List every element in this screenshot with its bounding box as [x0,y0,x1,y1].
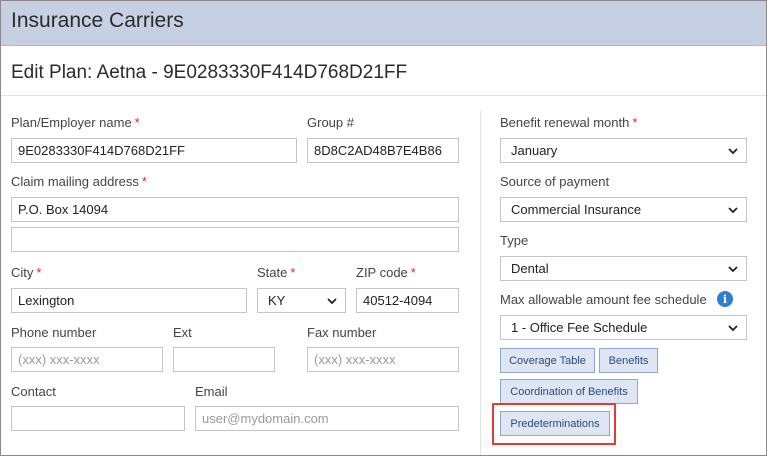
ext-label: Ext [173,325,192,340]
source-of-payment-select[interactable]: Commercial Insurance [500,197,747,222]
type-label: Type [500,233,529,248]
claim-address-line2-input[interactable] [11,227,459,252]
zip-label: ZIP code * [356,265,416,280]
header-title: Insurance Carriers [11,9,184,32]
title-divider [1,95,766,96]
source-of-payment-value: Commercial Insurance [511,202,642,217]
column-divider [480,111,481,455]
source-of-payment-label: Source of payment [500,174,610,189]
chevron-down-icon [728,207,738,214]
phone-input[interactable] [11,347,163,372]
email-label: Email [195,384,228,399]
zip-input[interactable] [356,288,459,313]
renewal-month-select[interactable]: January [500,138,747,163]
window-frame: Insurance Carriers Edit Plan: Aetna - 9E… [0,0,767,456]
city-input[interactable] [11,288,247,313]
highlight-box [492,403,616,445]
email-input[interactable] [195,406,459,431]
coordination-of-benefits-button[interactable]: Coordination of Benefits [500,379,638,404]
state-select-value: KY [268,293,286,308]
phone-label: Phone number [11,325,97,340]
chevron-down-icon [728,148,738,155]
chevron-down-icon [327,298,337,305]
group-input[interactable] [307,138,459,163]
state-select[interactable]: KY [257,288,346,313]
fee-schedule-label: Max allowable amount fee schedule [500,292,707,307]
header-bar: Insurance Carriers [1,1,766,46]
plan-name-label: Plan/Employer name * [11,115,140,130]
state-label: State * [257,265,296,280]
fee-schedule-select[interactable]: 1 - Office Fee Schedule [500,315,747,340]
fax-label: Fax number [307,325,377,340]
benefits-button[interactable]: Benefits [599,348,658,373]
fax-input[interactable] [307,347,459,372]
claim-address-label: Claim mailing address * [11,174,147,189]
renewal-month-label: Benefit renewal month * [500,115,638,130]
renewal-month-value: January [511,143,558,158]
contact-label: Contact [11,384,56,399]
type-value: Dental [511,261,549,276]
city-label: City * [11,265,42,280]
fee-schedule-value: 1 - Office Fee Schedule [511,320,648,335]
plan-name-input[interactable] [11,138,297,163]
contact-input[interactable] [11,406,185,431]
claim-address-line1-input[interactable] [11,197,459,222]
chevron-down-icon [728,325,738,332]
group-label: Group # [307,115,354,130]
ext-input[interactable] [173,347,275,372]
type-select[interactable]: Dental [500,256,747,281]
chevron-down-icon [728,266,738,273]
page-title: Edit Plan: Aetna - 9E0283330F414D768D21F… [11,62,408,83]
info-icon[interactable]: i [717,291,733,307]
coverage-table-button[interactable]: Coverage Table [500,348,595,373]
